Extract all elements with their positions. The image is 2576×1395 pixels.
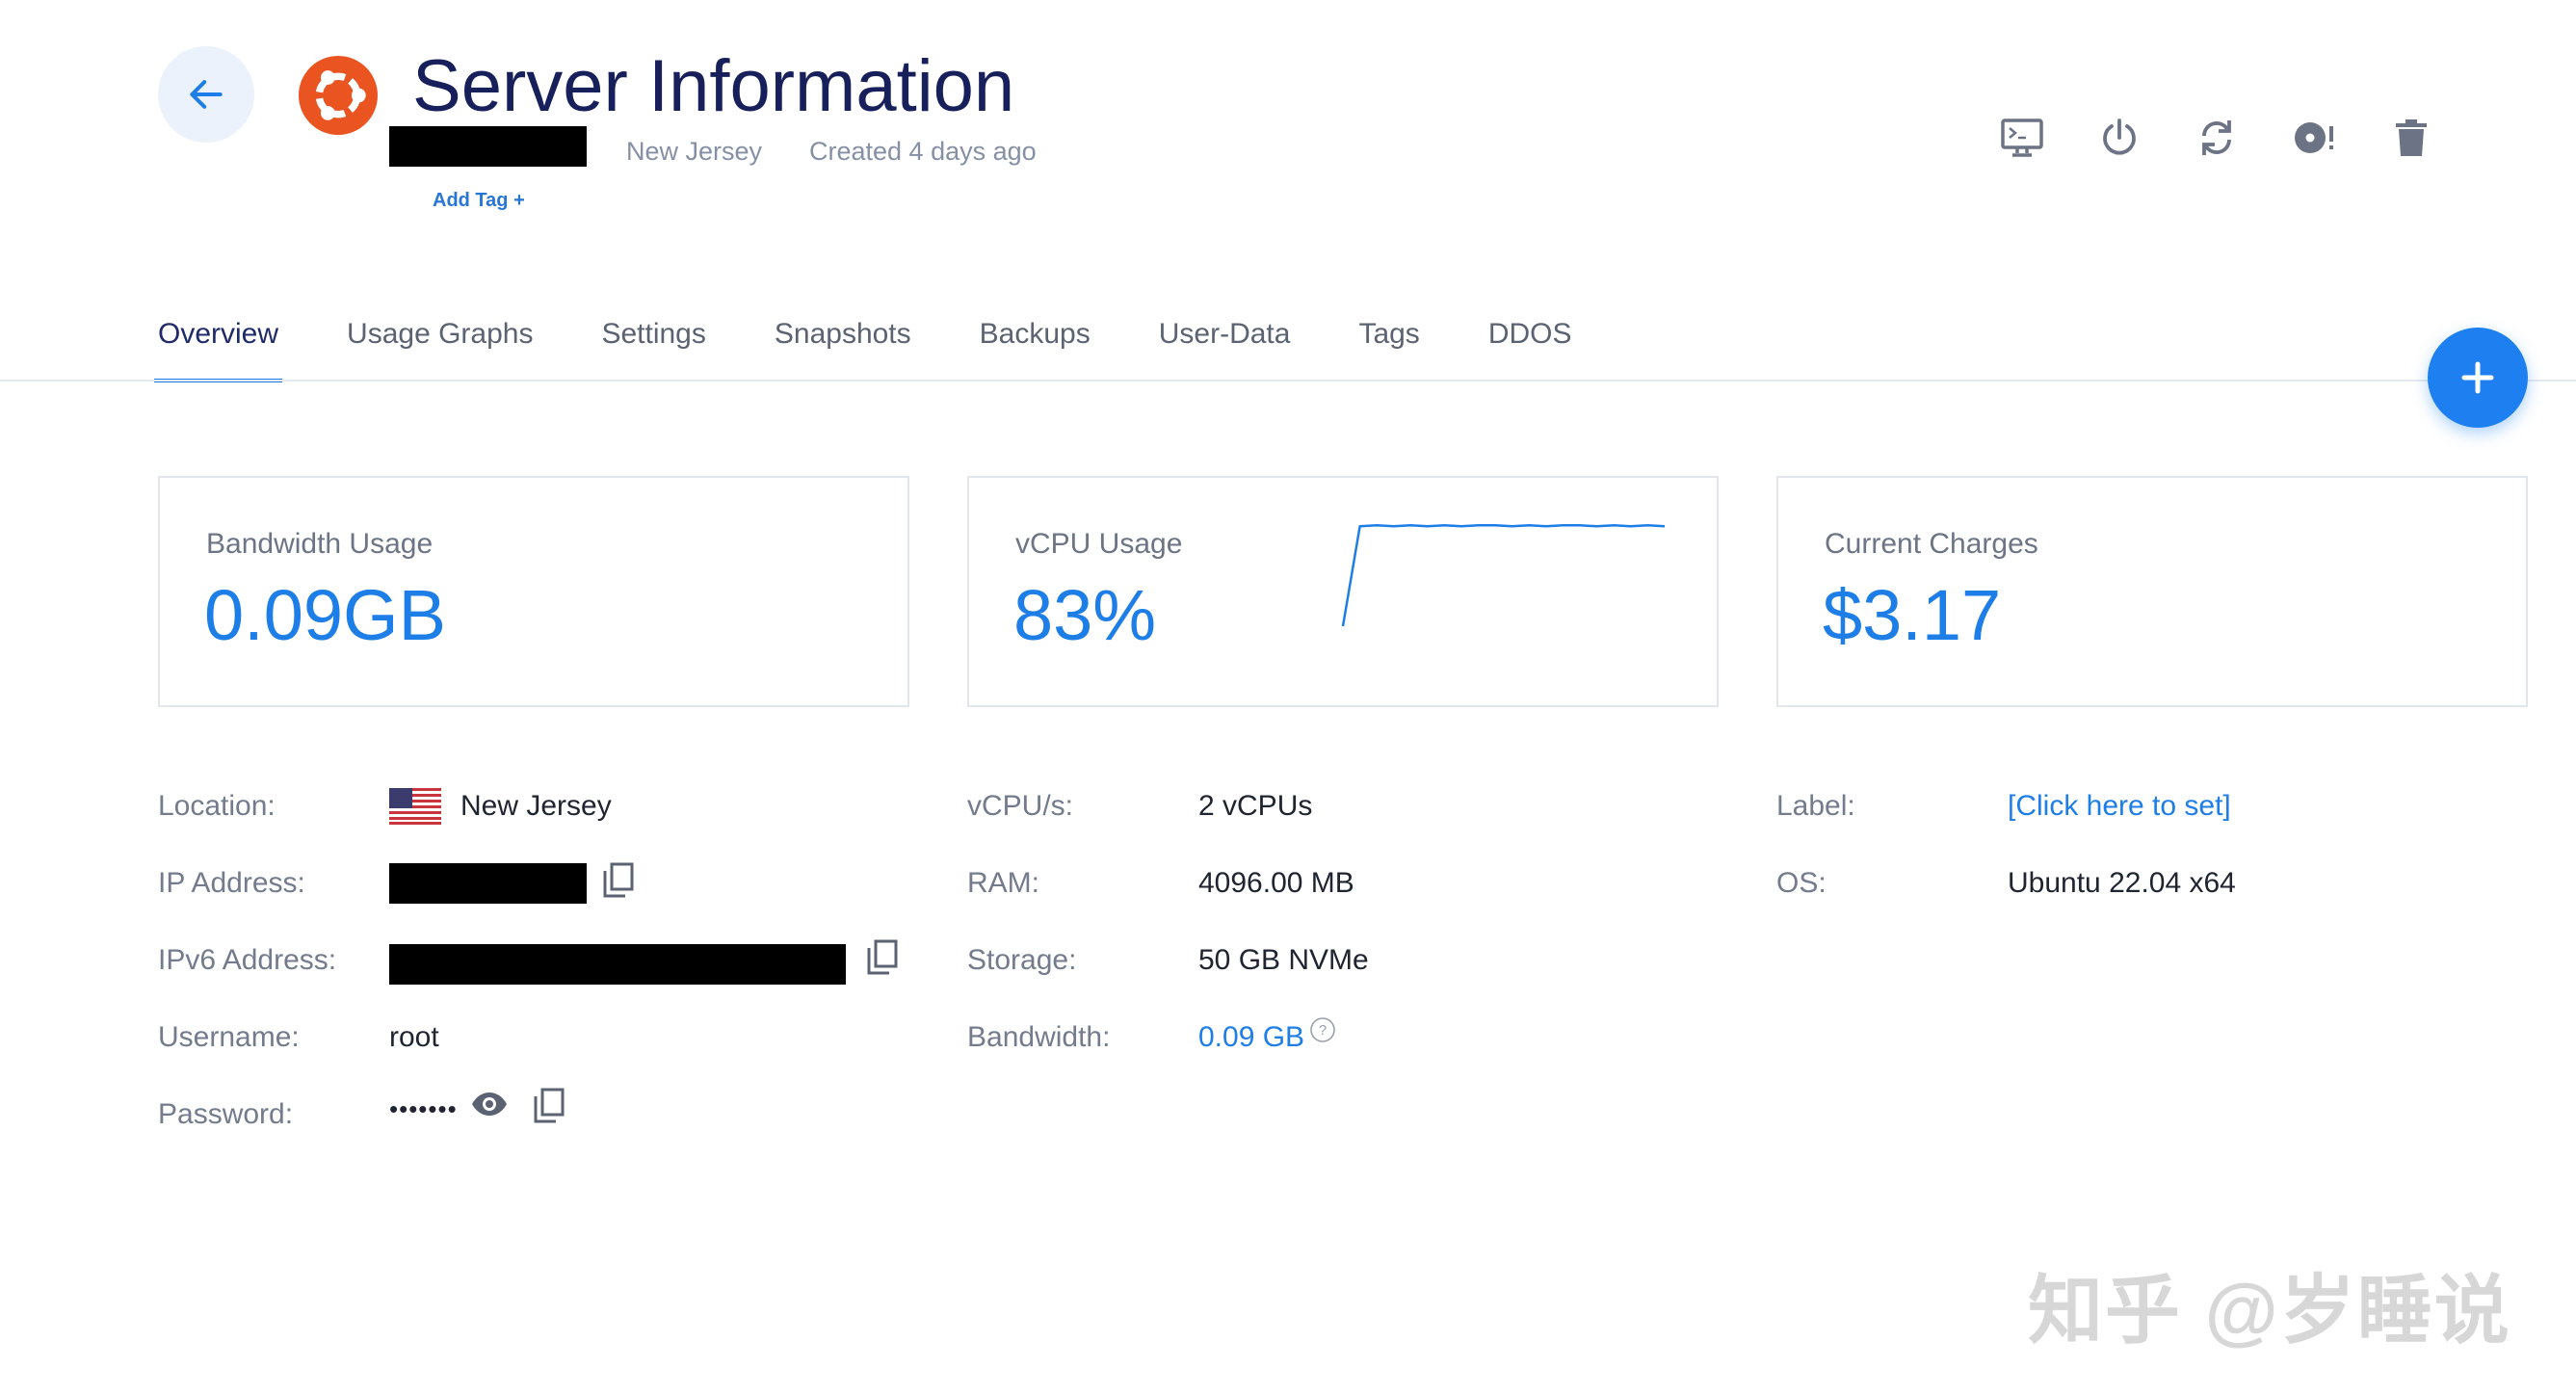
vcpus-label: vCPU/s:: [967, 790, 1074, 822]
location-label: Location:: [158, 790, 276, 822]
ip-label: IP Address:: [158, 867, 305, 899]
tab-overview[interactable]: Overview: [153, 306, 283, 382]
tab-tags[interactable]: Tags: [1358, 306, 1419, 370]
copy-ipv6-button[interactable]: [863, 936, 902, 979]
console-button[interactable]: [1998, 114, 2046, 162]
delete-button[interactable]: [2387, 114, 2435, 162]
set-label-link[interactable]: [Click here to set]: [2008, 790, 2231, 823]
ipv6-label: IPv6 Address:: [158, 944, 337, 976]
location-value: New Jersey: [460, 790, 612, 822]
arrow-left-icon: [190, 80, 223, 109]
bandwidth-card: Bandwidth Usage 0.09GB: [158, 476, 909, 707]
copy-icon: [603, 862, 634, 898]
header-created: Created 4 days ago: [809, 137, 1037, 166]
username-value: root: [389, 1021, 439, 1053]
copy-icon: [867, 939, 898, 975]
copy-ip-button[interactable]: [599, 859, 638, 902]
add-fab-button[interactable]: [2428, 328, 2528, 428]
vcpu-sparkline: [1341, 523, 1666, 627]
restart-icon: [2202, 120, 2231, 155]
password-value: •••••••: [389, 1094, 458, 1123]
ubuntu-logo-icon: [299, 56, 378, 135]
reinstall-button[interactable]: [2290, 114, 2338, 162]
bandwidth-label: Bandwidth:: [967, 1021, 1111, 1053]
vcpu-card: vCPU Usage 83%: [967, 476, 1719, 707]
charges-card-value: $3.17: [1823, 575, 2002, 655]
show-password-button[interactable]: [468, 1087, 511, 1121]
copy-password-button[interactable]: [530, 1085, 568, 1127]
svg-text:?: ?: [1319, 1022, 1327, 1039]
label-label: Label:: [1776, 790, 1855, 822]
bandwidth-card-value: 0.09GB: [204, 575, 446, 655]
ram-value: 4096.00 MB: [1198, 867, 1354, 899]
power-button[interactable]: [2095, 114, 2143, 162]
back-button[interactable]: [158, 46, 254, 143]
tab-settings[interactable]: Settings: [601, 306, 705, 370]
bandwidth-value-link[interactable]: 0.09 GB: [1198, 1021, 1304, 1054]
server-actions: [1998, 114, 2435, 162]
tab-ddos[interactable]: DDOS: [1488, 306, 1572, 370]
tab-divider: [0, 380, 2576, 382]
add-tag-link[interactable]: Add Tag +: [433, 190, 525, 212]
help-icon: ?: [1310, 1017, 1335, 1042]
trash-icon: [2396, 119, 2427, 156]
copy-icon: [534, 1088, 565, 1123]
username-label: Username:: [158, 1021, 300, 1053]
storage-label: Storage:: [967, 944, 1077, 976]
restart-button[interactable]: [2193, 114, 2241, 162]
os-label: OS:: [1776, 867, 1827, 899]
redacted-ip: [389, 863, 587, 904]
password-label: Password:: [158, 1098, 294, 1130]
vcpu-card-value: 83%: [1013, 575, 1157, 655]
plus-icon: [2461, 361, 2494, 394]
vcpus-value: 2 vCPUs: [1198, 790, 1313, 822]
tab-snapshots[interactable]: Snapshots: [775, 306, 911, 370]
storage-value: 50 GB NVMe: [1198, 944, 1369, 976]
tab-usage-graphs[interactable]: Usage Graphs: [347, 306, 533, 370]
bandwidth-help-button[interactable]: ?: [1308, 1015, 1337, 1044]
us-flag-icon: [389, 788, 441, 825]
tab-bar: Overview Usage Graphs Settings Snapshots…: [153, 306, 1641, 382]
vcpu-card-title: vCPU Usage: [1015, 528, 1183, 560]
console-icon: [2001, 118, 2043, 157]
power-icon: [2103, 118, 2136, 155]
eye-icon: [472, 1092, 507, 1116]
charges-card-title: Current Charges: [1825, 528, 2038, 560]
charges-card: Current Charges $3.17: [1776, 476, 2528, 707]
redacted-hostname: [389, 126, 587, 167]
watermark: 知乎 @岁睡说: [2028, 1268, 2511, 1353]
page-title: Server Information: [412, 45, 1015, 127]
vcpu-sparkline-line: [1341, 523, 1666, 627]
redacted-ipv6: [389, 944, 846, 985]
os-value: Ubuntu 22.04 x64: [2008, 867, 2236, 899]
bandwidth-card-title: Bandwidth Usage: [206, 528, 434, 560]
reinstall-icon: [2295, 122, 2333, 153]
tab-user-data[interactable]: User-Data: [1159, 306, 1291, 370]
header-location: New Jersey: [626, 137, 763, 166]
ram-label: RAM:: [967, 867, 1039, 899]
tab-backups[interactable]: Backups: [980, 306, 1091, 370]
